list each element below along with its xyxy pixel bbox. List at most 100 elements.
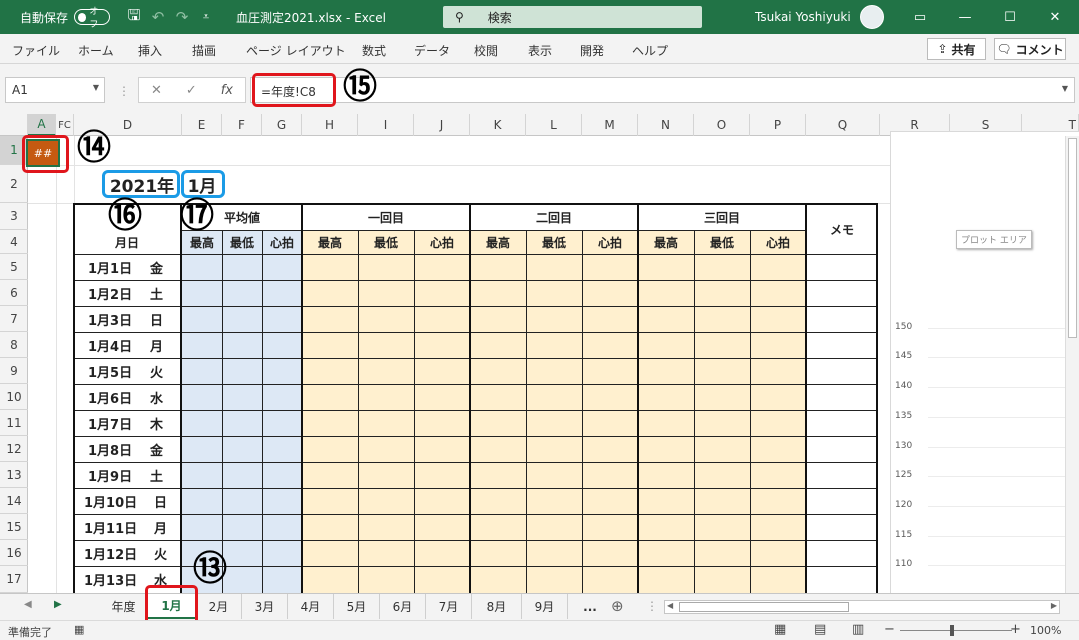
zoom-in-icon[interactable]: + — [1010, 622, 1021, 637]
sheet-tab[interactable]: 6月 — [380, 594, 426, 619]
horizontal-scrollbar[interactable]: ◀ ▶ — [664, 600, 1060, 614]
tab-page-layout[interactable]: ページ レイアウト — [246, 42, 346, 59]
table-row[interactable]: 1月11日 月 — [74, 515, 180, 540]
table-row[interactable]: 1月12日 火 — [74, 541, 180, 566]
table-row[interactable]: 1月9日 土 — [74, 463, 180, 488]
autosave-control[interactable]: 自動保存 オフ — [20, 7, 111, 30]
zoom-slider-thumb[interactable] — [950, 625, 954, 636]
column-header[interactable]: F — [222, 114, 262, 136]
row-header[interactable]: 3 — [0, 203, 28, 230]
scroll-thumb[interactable] — [1068, 138, 1077, 338]
comment-button[interactable]: 🗨 コメント — [994, 38, 1066, 60]
subheader-min[interactable]: 最低 — [222, 231, 262, 254]
splitter-icon[interactable]: ⋮ — [646, 599, 658, 613]
more-sheets-button[interactable]: ... — [570, 594, 610, 619]
cancel-icon[interactable]: ✕ — [151, 83, 162, 98]
row-header[interactable]: 11 — [0, 410, 28, 436]
page-break-view-icon[interactable]: ▥ — [852, 622, 864, 637]
header-first[interactable]: 一回目 — [302, 204, 470, 230]
row-header[interactable]: 5 — [0, 254, 28, 280]
column-header[interactable]: I — [358, 114, 414, 136]
tab-formulas[interactable]: 数式 — [362, 42, 386, 59]
select-all-corner[interactable] — [0, 114, 28, 136]
sheet-tab[interactable]: 2月 — [196, 594, 242, 619]
tab-view[interactable]: 表示 — [528, 42, 552, 59]
zoom-out-icon[interactable]: − — [884, 622, 895, 637]
row-header[interactable]: 17 — [0, 566, 28, 593]
row-header[interactable]: 6 — [0, 280, 28, 306]
save-icon[interactable]: 🖫 — [122, 5, 146, 29]
subheader-max[interactable]: 最高 — [470, 231, 526, 254]
column-header[interactable]: H — [302, 114, 358, 136]
sheet-tab[interactable]: 9月 — [522, 594, 568, 619]
column-header[interactable]: Q — [806, 114, 880, 136]
ribbon-display-options-icon[interactable]: ▭ — [905, 6, 935, 28]
scroll-thumb[interactable] — [679, 602, 849, 612]
row-header[interactable]: 4 — [0, 230, 28, 254]
scroll-right-icon[interactable]: ▶ — [1051, 601, 1057, 610]
row-header[interactable]: 10 — [0, 384, 28, 410]
column-header[interactable]: P — [750, 114, 806, 136]
column-header[interactable]: M — [582, 114, 638, 136]
undo-icon[interactable]: ↶ — [146, 5, 170, 29]
share-button[interactable]: ⇪ 共有 — [927, 38, 986, 60]
sheet-tab[interactable]: 4月 — [288, 594, 334, 619]
prev-sheet-icon[interactable]: ◀ — [24, 599, 32, 610]
chart-area[interactable]: 150 145 140 135 130 125 120 115 110 プロット… — [890, 131, 1065, 593]
column-header[interactable]: J — [414, 114, 470, 136]
column-header[interactable]: E — [182, 114, 222, 136]
search-box[interactable]: ⚲ 検索 — [443, 6, 702, 28]
avatar[interactable] — [860, 5, 884, 29]
normal-view-icon[interactable]: ▦ — [774, 622, 786, 637]
header-third[interactable]: 三回目 — [638, 204, 806, 230]
subheader-pulse[interactable]: 心拍 — [582, 231, 638, 254]
sheet-tab[interactable]: 年度 — [100, 594, 148, 619]
zoom-level[interactable]: 100% — [1030, 624, 1061, 637]
zoom-slider[interactable] — [900, 630, 1012, 631]
table-row[interactable]: 1月7日 木 — [74, 411, 180, 436]
subheader-pulse[interactable]: 心拍 — [750, 231, 806, 254]
expand-formula-icon[interactable]: ▼ — [1062, 84, 1068, 93]
subheader-pulse[interactable]: 心拍 — [262, 231, 302, 254]
table-row[interactable]: 1月2日 土 — [74, 281, 180, 306]
row-header[interactable]: 12 — [0, 436, 28, 462]
header-memo[interactable]: メモ — [806, 204, 878, 254]
tab-insert[interactable]: 挿入 — [138, 42, 162, 59]
tab-draw[interactable]: 描画 — [192, 42, 216, 59]
column-header[interactable]: K — [470, 114, 526, 136]
row-header[interactable]: 15 — [0, 514, 28, 540]
tab-help[interactable]: ヘルプ — [632, 42, 668, 59]
subheader-min[interactable]: 最低 — [526, 231, 582, 254]
tab-data[interactable]: データ — [414, 42, 450, 59]
table-row[interactable]: 1月5日 火 — [74, 359, 180, 384]
row-header[interactable]: 16 — [0, 540, 28, 566]
column-header[interactable]: G — [262, 114, 302, 136]
enter-icon[interactable]: ✓ — [186, 83, 197, 98]
subheader-max[interactable]: 最高 — [638, 231, 694, 254]
row-header[interactable]: 7 — [0, 306, 28, 332]
row-header[interactable]: 13 — [0, 462, 28, 488]
table-row[interactable]: 1月10日 日 — [74, 489, 180, 514]
row-header[interactable]: 8 — [0, 332, 28, 358]
subheader-pulse[interactable]: 心拍 — [414, 231, 470, 254]
column-header[interactable]: A — [28, 114, 56, 136]
minimize-icon[interactable]: — — [950, 6, 980, 28]
tab-review[interactable]: 校閲 — [474, 42, 498, 59]
sheet-tab[interactable]: 5月 — [334, 594, 380, 619]
sheet-tab[interactable]: 8月 — [472, 594, 522, 619]
customize-quick-access-icon[interactable]: ⩡ — [194, 5, 218, 29]
scroll-left-icon[interactable]: ◀ — [667, 601, 673, 610]
table-row[interactable]: 1月3日 日 — [74, 307, 180, 332]
name-box[interactable]: A1 ▼ — [5, 77, 105, 103]
page-layout-view-icon[interactable]: ▤ — [814, 622, 826, 637]
add-sheet-icon[interactable]: ⊕ — [611, 597, 624, 615]
table-row[interactable]: 1月1日 金 — [74, 255, 180, 280]
row-header[interactable]: 14 — [0, 488, 28, 514]
column-header[interactable]: FC — [56, 114, 74, 136]
maximize-icon[interactable]: ☐ — [995, 6, 1025, 28]
row-header[interactable]: 9 — [0, 358, 28, 384]
column-header[interactable]: L — [526, 114, 582, 136]
close-icon[interactable]: ✕ — [1040, 6, 1070, 28]
table-row[interactable]: 1月8日 金 — [74, 437, 180, 462]
vertical-scrollbar[interactable] — [1065, 136, 1079, 593]
